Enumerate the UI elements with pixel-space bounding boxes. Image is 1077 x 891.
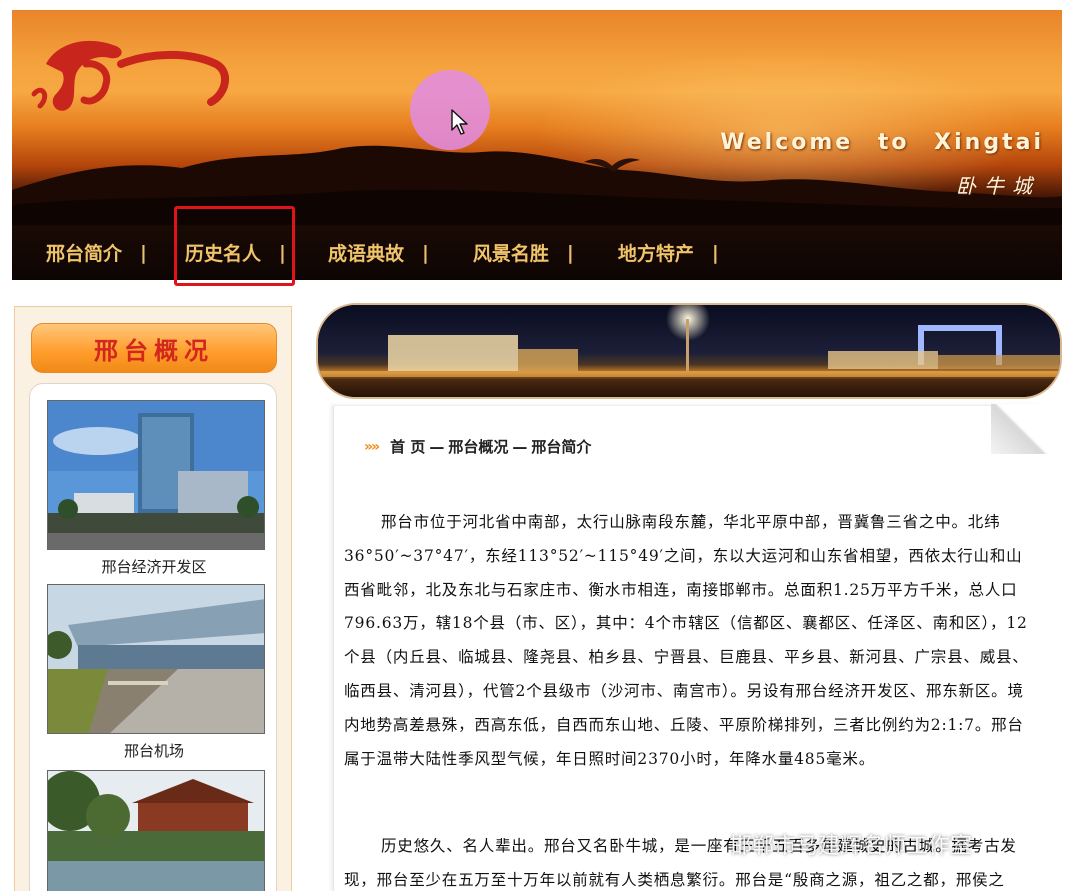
river-scene-image [48,771,264,891]
nav-item-historical-figures[interactable]: 历史名人 [177,225,269,280]
header-subtitle: 卧牛城 [956,174,1040,198]
nav-separator: | [140,241,147,264]
breadcrumb-overview-link[interactable]: 邢台概况 [448,436,508,457]
airport-image [48,585,264,733]
development-zone-image [48,401,264,549]
bird-icon [584,158,640,172]
content-card: »» 首 页 — 邢台概况 — 邢台简介 邢台市位于河北省中南部，太行山脉南段东… [333,404,1051,891]
photo-caption: 邢台机场 [123,742,184,760]
sidebar-title: 邢台概况 [31,323,277,373]
photo-airport[interactable] [47,584,265,734]
photo-development-zone[interactable] [47,400,265,550]
nav-separator: | [711,241,719,264]
nav-separator: | [566,241,574,264]
photo-caption: 邢台经济开发区 [101,558,207,576]
page-curl-corner [991,404,1051,454]
breadcrumb: »» 首 页 — 邢台概况 — 邢台简介 [364,436,591,457]
nav-separator: | [278,241,286,264]
double-chevron-icon: »» [364,438,380,455]
breadcrumb-separator: — [429,437,445,456]
mouse-pointer-icon [451,109,468,135]
nav-item-label: 邢台简介 [46,243,123,265]
breadcrumb-separator: — [512,437,528,456]
nav-item-scenic-spots[interactable]: 风景名胜 [465,225,557,280]
welcome-text: Welcome to Xingtai [720,130,1044,155]
nav-item-intro[interactable]: 邢台简介 [38,225,130,280]
nav-item-local-products[interactable]: 地方特产 [610,225,702,280]
night-scene-image [318,305,1060,397]
watermark-text: 邯郸市马建辉名师工作室 [730,834,973,859]
nav-item-label: 历史名人 [184,243,261,265]
nav-item-label: 地方特产 [617,243,694,265]
nav-item-label: 风景名胜 [472,243,549,265]
night-scene-banner [316,303,1062,399]
calligraphy-logo [31,40,229,111]
breadcrumb-home-link[interactable]: 首 页 [390,436,425,457]
sidebar: 邢台概况 邢台经济开发区 邢台机场 [14,306,292,891]
header-banner: Welcome to Xingtai 卧牛城 [12,10,1062,225]
photo-river-scene[interactable] [47,770,265,891]
sidebar-photo-panel: 邢台经济开发区 邢台机场 [29,383,277,891]
intro-paragraph: 邢台市位于河北省中南部，太行山脉南段东麓，华北平原中部，晋冀鲁三省之中。北纬36… [344,513,1029,768]
breadcrumb-current: 邢台简介 [531,438,592,456]
nav-item-idioms[interactable]: 成语典故 [320,225,412,280]
nav-separator: | [421,241,429,264]
nav-item-label: 成语典故 [327,243,404,265]
main-nav: 邢台简介 | 历史名人 | 成语典故 | 风景名胜 | 地方特产 | [12,225,1062,280]
